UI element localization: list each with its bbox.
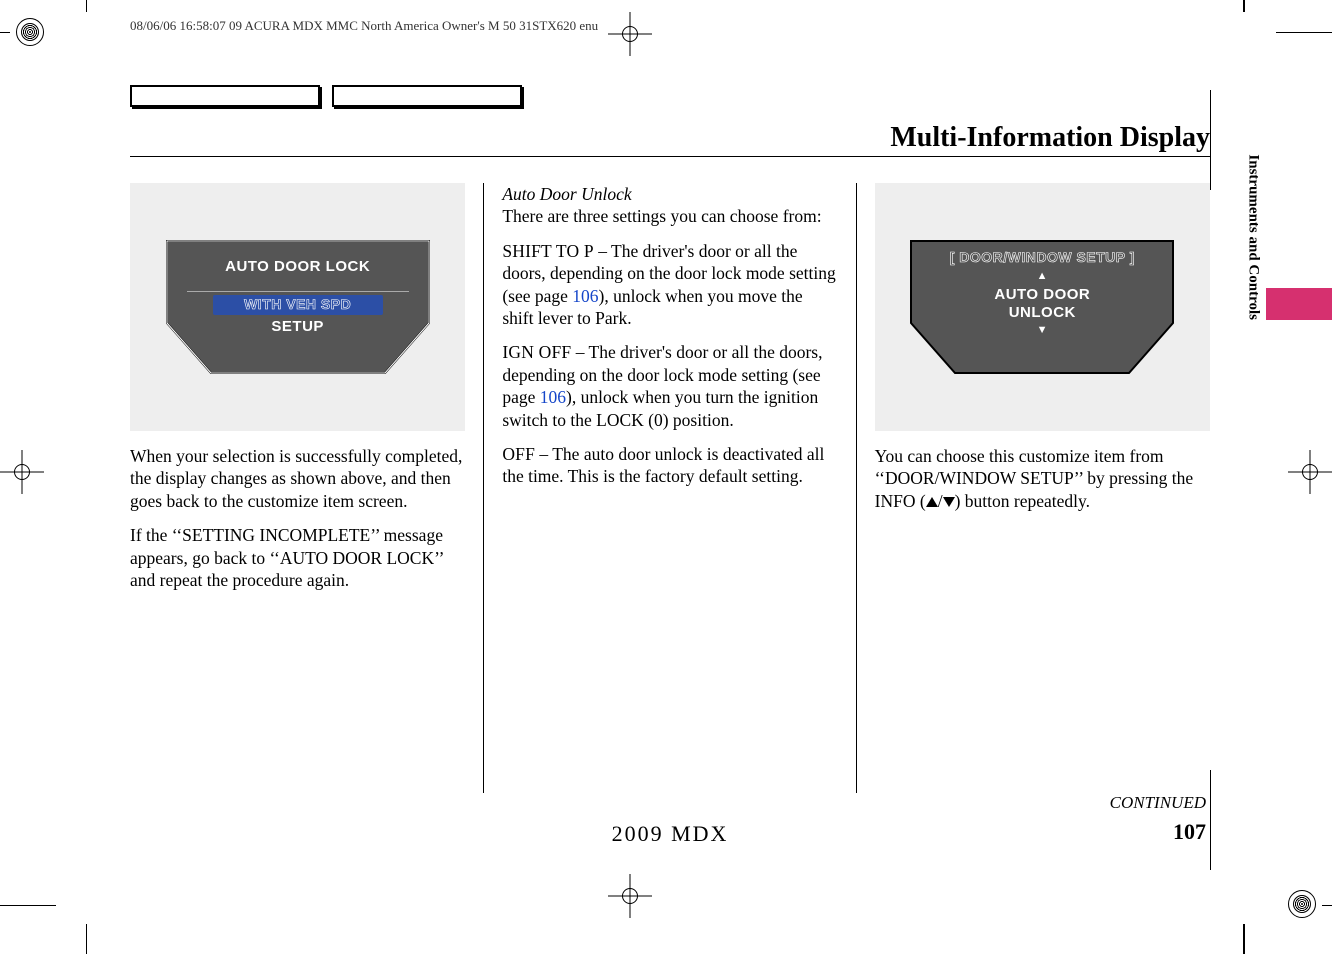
option-term: IGN OFF — [502, 342, 571, 362]
body-text: When your selection is successfully comp… — [130, 445, 465, 512]
crop-mark-icon — [1244, 924, 1245, 954]
display-line-3: UNLOCK — [907, 303, 1177, 322]
crop-mark-icon — [1322, 905, 1332, 906]
registration-mark-icon — [16, 18, 44, 46]
continued-label: CONTINUED — [130, 793, 1210, 813]
page-footer: CONTINUED 107 2009 MDX — [130, 793, 1210, 845]
crop-mark-icon — [1244, 0, 1245, 12]
up-triangle-icon: ▲ — [907, 269, 1177, 283]
registration-mark-icon — [1288, 890, 1316, 918]
crop-mark-icon — [1210, 90, 1211, 190]
display-line-3: SETUP — [163, 317, 433, 336]
body-text: There are three settings you can choose … — [502, 205, 837, 227]
crosshair-icon — [608, 12, 652, 56]
crosshair-icon — [0, 450, 44, 494]
column-3: [ DOOR/WINDOW SETUP ] ▲ AUTO DOOR UNLOCK… — [856, 183, 1210, 793]
title-row: Multi-Information Display — [130, 85, 1210, 157]
option-term: SHIFT TO P — [502, 241, 593, 261]
page-reference[interactable]: 106 — [540, 387, 566, 407]
placeholder-box — [332, 85, 522, 107]
crosshair-icon — [608, 874, 652, 918]
crop-mark-icon — [0, 32, 10, 33]
column-1: AUTO DOOR LOCK WITH VEH SPD SETUP When y… — [130, 183, 483, 793]
model-year: 2009 MDX — [612, 821, 729, 847]
print-header-meta: 08/06/06 16:58:07 09 ACURA MDX MMC North… — [130, 18, 598, 34]
crop-mark-icon — [86, 0, 87, 12]
crop-mark-icon — [0, 905, 56, 906]
section-color-tab — [1266, 288, 1332, 320]
display-line-1: AUTO DOOR LOCK — [163, 257, 433, 276]
crop-mark-icon — [1210, 770, 1211, 870]
page-body: Multi-Information Display AUTO DOOR LOCK… — [130, 85, 1210, 845]
subheading: Auto Door Unlock — [502, 183, 837, 205]
display-line-2: WITH VEH SPD — [244, 296, 351, 312]
crop-mark-icon — [86, 924, 87, 954]
display-line-1: [ DOOR/WINDOW SETUP ] — [950, 249, 1135, 265]
body-text: You can choose this customize item from … — [875, 445, 1210, 512]
page-reference[interactable]: 106 — [572, 286, 598, 306]
crosshair-icon — [1288, 450, 1332, 494]
column-2: Auto Door Unlock There are three setting… — [483, 183, 855, 793]
section-tab-label: Instruments and Controls — [1245, 154, 1262, 320]
page-title: Multi-Information Display — [890, 122, 1210, 154]
down-triangle-icon — [943, 497, 955, 507]
down-triangle-icon: ▼ — [907, 323, 1177, 337]
placeholder-box — [130, 85, 320, 107]
crop-mark-icon — [1276, 32, 1332, 33]
option-paragraph: IGN OFF – The driver's door or all the d… — [502, 341, 837, 431]
content-columns: AUTO DOOR LOCK WITH VEH SPD SETUP When y… — [130, 183, 1210, 793]
option-paragraph: OFF – The auto door unlock is deactivate… — [502, 443, 837, 488]
mid-display-figure: [ DOOR/WINDOW SETUP ] ▲ AUTO DOOR UNLOCK… — [875, 183, 1210, 431]
up-triangle-icon — [926, 497, 938, 507]
option-paragraph: SHIFT TO P – The driver's door or all th… — [502, 240, 837, 330]
body-text: If the ‘‘SETTING INCOMPLETE’’ message ap… — [130, 524, 465, 591]
display-line-2: AUTO DOOR — [907, 285, 1177, 304]
option-term: OFF — [502, 444, 535, 464]
mid-display-figure: AUTO DOOR LOCK WITH VEH SPD SETUP — [130, 183, 465, 431]
